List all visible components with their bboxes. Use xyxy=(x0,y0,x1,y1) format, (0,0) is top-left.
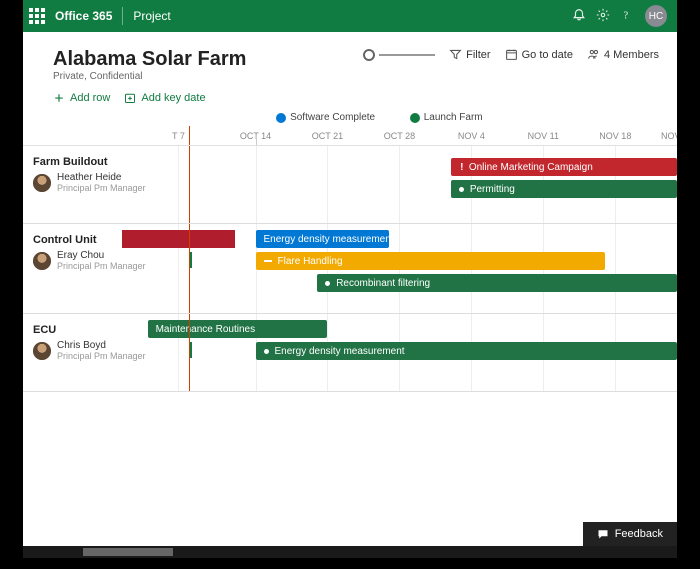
filter-button[interactable]: Filter xyxy=(449,48,490,61)
owner-avatar xyxy=(33,342,51,360)
goto-date-button[interactable]: Go to date xyxy=(505,48,573,61)
dash-icon xyxy=(264,260,272,262)
today-indicator xyxy=(189,146,190,223)
milestone[interactable]: Software Complete xyxy=(276,112,375,123)
group-chart[interactable]: Energy density measurement Flare Handling… xyxy=(163,224,677,313)
filter-label: Filter xyxy=(466,49,490,61)
bullet-icon xyxy=(325,281,330,286)
project-subtitle: Private, Confidential xyxy=(53,71,246,82)
gridline xyxy=(399,146,400,223)
horizontal-scrollbar[interactable] xyxy=(23,546,677,558)
app-name: Project xyxy=(133,9,170,23)
group-label: ECU Chris BoydPrincipal Pm Manager xyxy=(23,314,163,391)
owner-role: Principal Pm Manager xyxy=(57,351,146,361)
add-key-date-label: Add key date xyxy=(141,92,205,104)
milestone-dot-icon xyxy=(276,113,286,123)
bullet-icon xyxy=(459,187,464,192)
task-bar[interactable]: Recombinant filtering xyxy=(317,274,677,292)
task-label: Online Marketing Campaign xyxy=(469,162,593,173)
alert-icon: ! xyxy=(459,162,465,173)
task-bar[interactable]: Maintenance Routines xyxy=(148,320,328,338)
task-bar[interactable] xyxy=(122,230,235,248)
milestone-dot-icon xyxy=(410,113,420,123)
command-bar: Add row Add key date xyxy=(23,92,677,112)
timeline-group: ECUChris BoydPrincipal Pm ManagerMainten… xyxy=(23,314,677,392)
today-indicator xyxy=(189,224,190,313)
task-bar[interactable]: Permitting xyxy=(451,180,677,198)
group-title: ECU xyxy=(33,324,155,336)
timeline-date: NOV 25 xyxy=(661,131,677,141)
owner-avatar xyxy=(33,174,51,192)
group-title: Farm Buildout xyxy=(33,156,155,168)
task-bar[interactable]: Energy density measurement xyxy=(256,230,390,248)
zoom-track xyxy=(379,54,435,56)
settings-icon[interactable] xyxy=(591,8,615,25)
milestone[interactable]: Launch Farm xyxy=(410,112,483,123)
task-label: Energy density measurement xyxy=(275,346,405,357)
task-label: Recombinant filtering xyxy=(336,278,430,289)
group-owner[interactable]: Chris BoydPrincipal Pm Manager xyxy=(33,340,155,361)
user-avatar[interactable]: HC xyxy=(645,5,667,27)
titlebar: Office 365 Project ? HC xyxy=(23,0,677,32)
project-header: Alabama Solar Farm Private, Confidential… xyxy=(23,32,677,92)
timeline-date: NOV 11 xyxy=(528,131,559,141)
add-key-date-button[interactable]: Add key date xyxy=(124,92,205,104)
members-button[interactable]: 4 Members xyxy=(587,48,659,61)
owner-avatar xyxy=(33,252,51,270)
timeline-date: OCT 21 xyxy=(312,131,343,141)
goto-date-label: Go to date xyxy=(522,49,573,61)
timeline-date: T 7 xyxy=(172,131,185,141)
timeline-date: NOV 4 xyxy=(458,131,485,141)
members-label: 4 Members xyxy=(604,49,659,61)
zoom-thumb[interactable] xyxy=(363,49,375,61)
group-chart[interactable]: Maintenance RoutinesEnergy density measu… xyxy=(163,314,677,391)
feedback-label: Feedback xyxy=(615,528,663,540)
timeline-group: Control UnitEray ChouPrincipal Pm Manage… xyxy=(23,224,677,314)
owner-name: Heather Heide xyxy=(57,172,146,183)
gridline xyxy=(327,146,328,223)
task-label: Energy density measurement xyxy=(264,234,390,245)
task-bar[interactable]: Flare Handling xyxy=(256,252,606,270)
today-indicator xyxy=(189,314,190,391)
scrollbar-thumb[interactable] xyxy=(83,548,173,556)
group-owner[interactable]: Eray ChouPrincipal Pm Manager xyxy=(33,250,155,271)
timeline-date: NOV 18 xyxy=(599,131,631,141)
divider xyxy=(122,7,123,25)
task-bar[interactable]: Energy density measurement xyxy=(256,342,677,360)
owner-name: Chris Boyd xyxy=(57,340,146,351)
task-label: Maintenance Routines xyxy=(156,324,256,335)
feedback-button[interactable]: Feedback xyxy=(583,522,677,546)
owner-role: Principal Pm Manager xyxy=(57,183,146,193)
group-owner[interactable]: Heather HeidePrincipal Pm Manager xyxy=(33,172,155,193)
group-label: Farm Buildout Heather HeidePrincipal Pm M… xyxy=(23,146,163,223)
owner-name: Eray Chou xyxy=(57,250,146,261)
suite-name: Office 365 xyxy=(55,9,112,23)
task-label: Permitting xyxy=(470,184,515,195)
timeline-group: Farm Buildout Heather HeidePrincipal Pm M… xyxy=(23,146,677,224)
zoom-slider[interactable] xyxy=(363,49,435,61)
owner-role: Principal Pm Manager xyxy=(57,261,146,271)
app-launcher-icon[interactable] xyxy=(29,8,45,24)
notifications-icon[interactable] xyxy=(567,8,591,25)
svg-text:?: ? xyxy=(624,10,629,21)
bullet-icon xyxy=(264,349,269,354)
help-icon[interactable]: ? xyxy=(615,8,639,25)
task-bar[interactable]: ! Online Marketing Campaign xyxy=(451,158,677,176)
timeline-date: OCT 28 xyxy=(384,131,415,141)
milestone-label: Software Complete xyxy=(290,112,375,123)
add-row-button[interactable]: Add row xyxy=(53,92,110,104)
gridline xyxy=(178,146,179,223)
milestone-label: Launch Farm xyxy=(424,112,483,123)
project-title: Alabama Solar Farm xyxy=(53,48,246,71)
gridline xyxy=(615,224,616,313)
group-chart[interactable]: ! Online Marketing Campaign Permitting xyxy=(163,146,677,223)
timeline: T 7OCT 14OCT 21OCT 28NOV 4NOV 11NOV 18NO… xyxy=(23,112,677,546)
task-label: Flare Handling xyxy=(278,256,343,267)
timeline-header: T 7OCT 14OCT 21OCT 28NOV 4NOV 11NOV 18NO… xyxy=(23,112,677,146)
today-indicator xyxy=(189,126,190,145)
add-row-label: Add row xyxy=(70,92,110,104)
gridline xyxy=(256,146,257,223)
